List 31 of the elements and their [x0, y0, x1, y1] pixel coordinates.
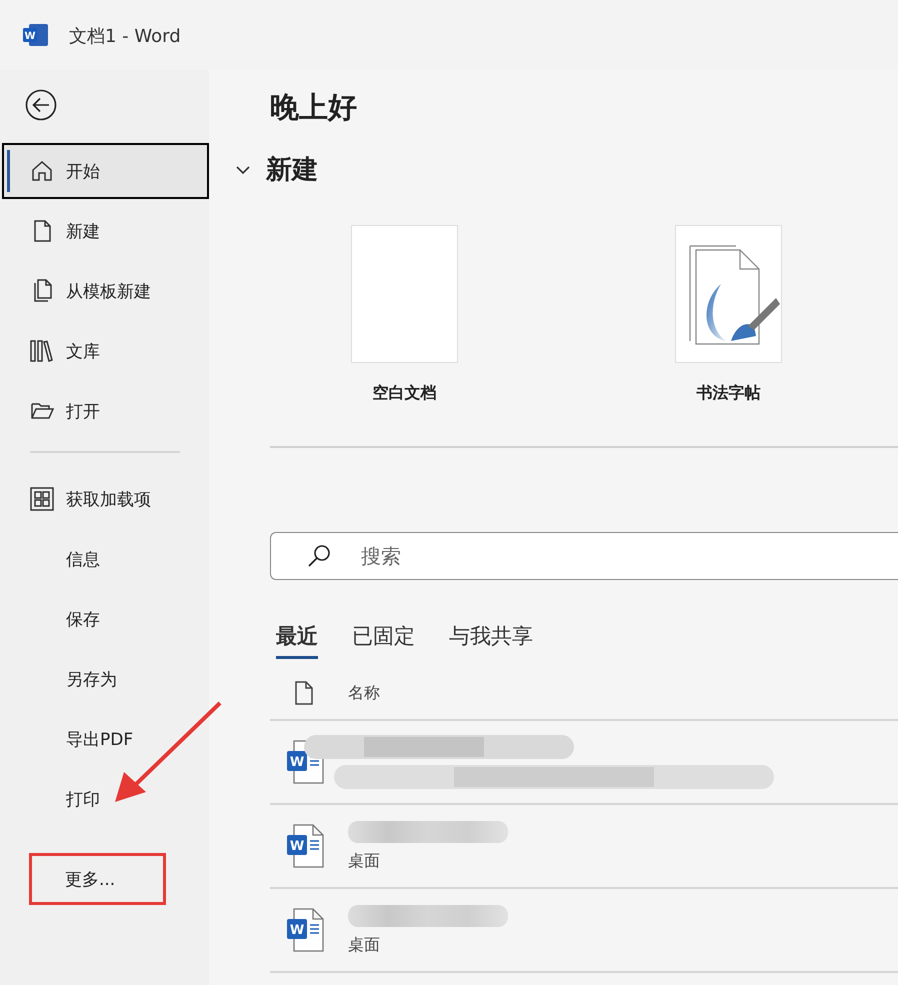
- nav-item[interactable]: 从模板新建: [2, 263, 209, 319]
- nav-item[interactable]: 新建: [2, 203, 209, 259]
- nav-item[interactable]: 文库: [2, 323, 209, 379]
- search-icon: [306, 543, 332, 569]
- grid-icon: [29, 486, 55, 512]
- back-icon[interactable]: [25, 89, 57, 121]
- nav-item[interactable]: 保存: [2, 591, 209, 647]
- nav-item[interactable]: 导出PDF: [2, 711, 209, 767]
- tab[interactable]: 已固定: [352, 622, 415, 659]
- books-icon: [29, 338, 55, 364]
- nav-item[interactable]: 另存为: [2, 651, 209, 707]
- column-header: 名称: [348, 682, 380, 704]
- tab[interactable]: 与我共享: [449, 622, 533, 659]
- file-location: 桌面: [348, 850, 381, 872]
- nav-item[interactable]: 获取加载项: [2, 471, 209, 527]
- section-title: 新建: [266, 154, 318, 187]
- nav-item[interactable]: 更多...: [29, 853, 166, 905]
- file-location: 桌面: [348, 934, 381, 956]
- template-label: 空白文档: [372, 383, 436, 404]
- template-thumbnail[interactable]: [675, 225, 782, 363]
- window-title: 文档1 - Word: [69, 25, 181, 48]
- page-icon: [294, 681, 314, 705]
- nav-item[interactable]: 信息: [2, 531, 209, 587]
- nav-item[interactable]: 开始: [2, 143, 209, 199]
- template-label: 书法字帖: [696, 383, 760, 404]
- nav-item[interactable]: 打开: [2, 383, 209, 439]
- tab[interactable]: 最近: [276, 622, 318, 659]
- search-field[interactable]: 搜索: [270, 532, 898, 580]
- nav-item[interactable]: 打印: [2, 771, 209, 827]
- greeting-heading: 晚上好: [270, 89, 358, 126]
- blank-page-thumbnail[interactable]: [351, 225, 458, 363]
